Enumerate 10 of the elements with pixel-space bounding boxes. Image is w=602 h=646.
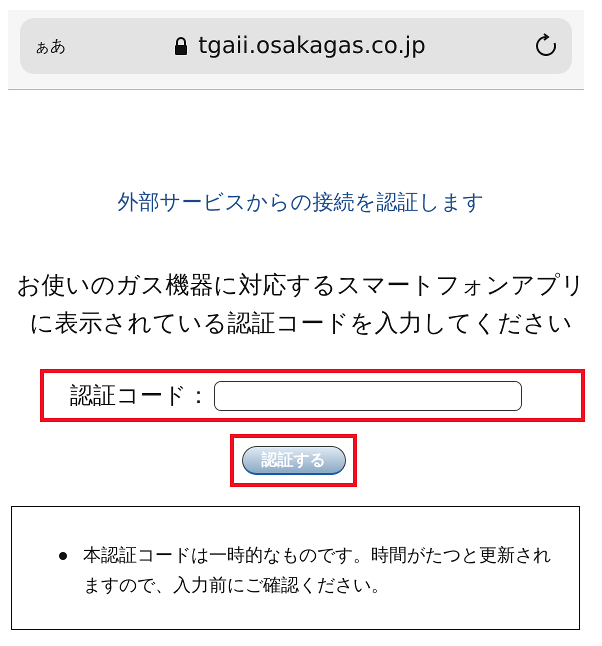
page-heading: 外部サービスからの接続を認証します — [116, 189, 486, 216]
url-text: tgaii.osakagas.co.jp — [198, 33, 426, 59]
bullet-icon — [59, 552, 67, 560]
notice-text: 本認証コードは一時的なものです。時間がたつと更新されますので、入力前にご確認ください。 — [83, 544, 552, 598]
code-input-field[interactable] — [214, 380, 522, 410]
text-size-button[interactable]: ぁあ — [34, 36, 66, 56]
reload-icon[interactable] — [534, 33, 558, 59]
address-bar[interactable]: ぁあ tgaii.osakagas.co.jp — [20, 18, 572, 74]
instruction-text: お使いのガス機器に対応するスマートフォンアプリに表示されている認証コードを入力してください — [16, 270, 586, 339]
field-label: 認証コード： — [70, 382, 210, 411]
